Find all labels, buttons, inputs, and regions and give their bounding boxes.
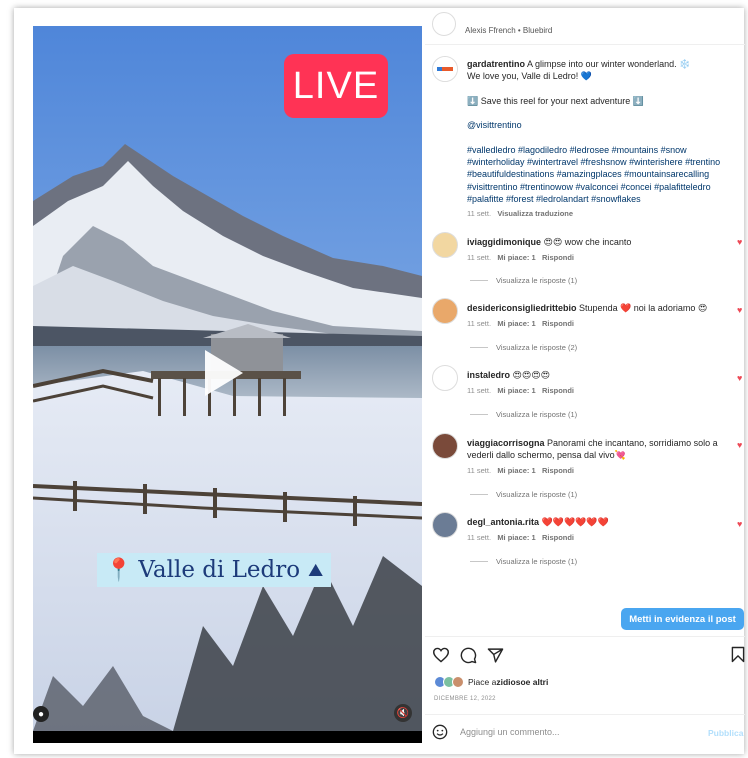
actions-divider: [425, 636, 745, 637]
comment-text: 😍😍 wow che incanto: [543, 237, 632, 247]
comment-username[interactable]: desidericonsigliedrittebio: [467, 303, 577, 313]
view-replies-link[interactable]: Visualizza le risposte (1): [470, 557, 577, 566]
reel-video[interactable]: LIVE 📍 Valle di Ledro ⛰ ● 🔇: [33, 26, 422, 743]
mountain-icon: ⛰: [308, 559, 324, 581]
comment-time[interactable]: 11 sett.: [467, 466, 491, 475]
caption-avatar[interactable]: [432, 56, 458, 82]
caption-text-line2: We love you, Valle di Ledro! 💙: [467, 71, 592, 82]
reply-button[interactable]: Rispondi: [542, 533, 574, 542]
location-caption-text: Valle di Ledro: [138, 557, 301, 583]
comment-icon[interactable]: [460, 647, 477, 664]
reply-button[interactable]: Rispondi: [542, 466, 574, 475]
comment-avatar[interactable]: [432, 298, 458, 324]
likes-prefix: Piace a: [468, 677, 497, 687]
comment-text: Stupenda ❤️ noi la adoriamo 😍: [579, 303, 708, 313]
caption-hashtags[interactable]: #valledledro #lagodiledro #ledrosee #mou…: [467, 144, 742, 206]
comment-likes[interactable]: Mi piace: 1: [497, 533, 535, 542]
add-comment-bar: [432, 724, 744, 740]
comment-time[interactable]: 11 sett.: [467, 253, 491, 262]
caption-username[interactable]: gardatrentino: [467, 59, 525, 69]
comment-item: degl_antonia.rita ❤️❤️❤️❤️❤️❤️ 11 sett. …: [467, 516, 727, 542]
comment-avatar[interactable]: [432, 512, 458, 538]
view-replies-text[interactable]: Visualizza le risposte (1): [496, 410, 577, 419]
liker-avatar[interactable]: [452, 676, 464, 688]
bookmark-icon[interactable]: [731, 646, 745, 663]
comment-likes[interactable]: Mi piace: 1: [497, 319, 535, 328]
caption-save-line: ⬇️ Save this reel for your next adventur…: [467, 95, 644, 106]
comment-item: iviaggidimonique 😍😍 wow che incanto 11 s…: [467, 236, 727, 262]
live-badge: LIVE: [284, 54, 388, 118]
garda-logo-icon: [433, 57, 457, 81]
view-replies-link[interactable]: Visualizza le risposte (1): [470, 276, 577, 285]
comment-likes[interactable]: Mi piace: 1: [497, 466, 535, 475]
comment-likes[interactable]: Mi piace: 1: [497, 253, 535, 262]
comment-text: 😍😍😍😍: [512, 370, 551, 380]
comment-username[interactable]: iviaggidimonique: [467, 237, 541, 247]
comment-username[interactable]: instaledro: [467, 370, 510, 380]
publish-button[interactable]: Pubblica: [708, 728, 743, 738]
comment-item: viaggiacorrisogna Panorami che incantano…: [467, 437, 735, 475]
share-icon[interactable]: [487, 647, 504, 664]
likes-others[interactable]: e altri: [526, 677, 549, 687]
comment-likes[interactable]: Mi piace: 1: [497, 386, 535, 395]
comment-username[interactable]: degl_antonia.rita: [467, 517, 539, 527]
comment-like-heart-icon[interactable]: ♥: [737, 305, 742, 315]
post-actions: [432, 646, 514, 664]
comment-time[interactable]: 11 sett.: [467, 533, 491, 542]
caption-time[interactable]: 11 sett.: [467, 209, 491, 218]
comment-item: desidericonsigliedrittebio Stupenda ❤️ n…: [467, 302, 727, 328]
caption-mention[interactable]: @visittrentino: [467, 119, 742, 131]
view-replies-text[interactable]: Visualizza le risposte (2): [496, 343, 577, 352]
comment-like-heart-icon[interactable]: ♥: [737, 373, 742, 383]
audio-line[interactable]: Alexis Ffrench • Bluebird: [465, 26, 552, 35]
view-replies-link[interactable]: Visualizza le risposte (1): [470, 410, 577, 419]
video-bottom-bar: [33, 731, 422, 743]
comment-box-divider: [425, 714, 745, 715]
caption-text-line1: A glimpse into our winter wonderland. ❄️: [527, 59, 691, 69]
translate-link[interactable]: Visualizza traduzione: [497, 209, 573, 218]
feature-post-button[interactable]: Metti in evidenza il post: [621, 608, 744, 630]
emoji-icon[interactable]: [432, 724, 448, 740]
comment-time[interactable]: 11 sett.: [467, 386, 491, 395]
pin-icon: 📍: [105, 557, 133, 583]
view-replies-link[interactable]: Visualizza le risposte (1): [470, 490, 577, 499]
comment-input[interactable]: [458, 726, 662, 738]
comment-like-heart-icon[interactable]: ♥: [737, 440, 742, 450]
comment-avatar[interactable]: [432, 365, 458, 391]
location-caption: 📍 Valle di Ledro ⛰: [97, 553, 332, 587]
heart-icon[interactable]: [432, 647, 450, 663]
likes-user[interactable]: zidioso: [496, 677, 525, 687]
view-replies-text[interactable]: Visualizza le risposte (1): [496, 490, 577, 499]
reply-button[interactable]: Rispondi: [542, 319, 574, 328]
comment-text: ❤️❤️❤️❤️❤️❤️: [541, 517, 609, 527]
play-icon[interactable]: [201, 348, 245, 398]
post-caption: gardatrentino A glimpse into our winter …: [467, 58, 742, 220]
comment-avatar[interactable]: [432, 433, 458, 459]
comment-like-heart-icon[interactable]: ♥: [737, 237, 742, 247]
comment-item: instaledro 😍😍😍😍 11 sett. Mi piace: 1 Ris…: [467, 369, 727, 395]
comment-avatar[interactable]: [432, 232, 458, 258]
post-date[interactable]: DICEMBRE 12, 2022: [434, 696, 496, 702]
reply-button[interactable]: Rispondi: [542, 253, 574, 262]
tagged-users-icon[interactable]: ●: [33, 706, 49, 722]
comment-username[interactable]: viaggiacorrisogna: [467, 438, 545, 448]
comment-like-heart-icon[interactable]: ♥: [737, 519, 742, 529]
view-replies-text[interactable]: Visualizza le risposte (1): [496, 276, 577, 285]
likes-summary: Piace a zidioso e altri: [434, 676, 548, 688]
comment-time[interactable]: 11 sett.: [467, 319, 491, 328]
view-replies-link[interactable]: Visualizza le risposte (2): [470, 343, 577, 352]
mute-icon[interactable]: 🔇: [394, 704, 412, 722]
header-avatar[interactable]: [432, 12, 456, 36]
header-divider: [425, 44, 745, 45]
view-replies-text[interactable]: Visualizza le risposte (1): [496, 557, 577, 566]
reply-button[interactable]: Rispondi: [542, 386, 574, 395]
